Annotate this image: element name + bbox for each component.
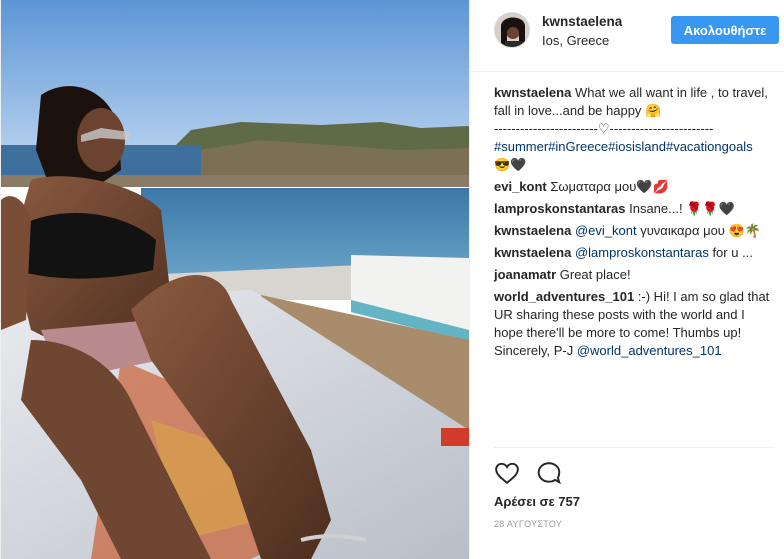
avatar[interactable] xyxy=(494,12,530,48)
comment-mention[interactable]: @evi_kont xyxy=(575,223,637,238)
post-date: 28 ΑΥΓΟΥΣΤΟΥ xyxy=(494,519,563,529)
caption-emoji: 😎🖤 xyxy=(494,157,527,172)
comment-item: joanamatr Great place! xyxy=(494,266,776,284)
comment-signoff: Sincerely, P-J xyxy=(494,343,577,358)
follow-button[interactable]: Ακολουθήστε xyxy=(671,16,779,44)
post-location[interactable]: Ios, Greece xyxy=(542,33,609,48)
comment-mention[interactable]: @world_adventures_101 xyxy=(577,343,722,358)
action-bar xyxy=(494,460,562,486)
post-header: kwnstaelena Ios, Greece Ακολουθήστε xyxy=(470,0,784,72)
comment-bubble-icon[interactable] xyxy=(536,460,562,486)
comment-item: evi_kont Σωματαρα μου🖤💋 xyxy=(494,178,776,196)
caption-separator: ------------------------♡---------------… xyxy=(494,121,714,136)
comment-item: world_adventures_101 :-) Hi! I am so gla… xyxy=(494,288,776,360)
comment-text: for u ... xyxy=(708,245,753,260)
comment-username[interactable]: joanamatr xyxy=(494,267,556,282)
post-author-username[interactable]: kwnstaelena xyxy=(542,14,622,29)
caption-username[interactable]: kwnstaelena xyxy=(494,85,571,100)
comment-username[interactable]: evi_kont xyxy=(494,179,547,194)
comment-item: kwnstaelena @lamproskonstantaras for u .… xyxy=(494,244,776,262)
comment-text: Great place! xyxy=(556,267,631,282)
divider xyxy=(494,447,774,448)
comment-username[interactable]: kwnstaelena xyxy=(494,245,571,260)
like-count[interactable]: Αρέσει σε 757 xyxy=(494,494,580,509)
comment-username[interactable]: kwnstaelena xyxy=(494,223,571,238)
comment-text: Insane...! 🌹🌹🖤 xyxy=(625,201,735,216)
caption: kwnstaelena What we all want in life , t… xyxy=(494,84,776,174)
comment-item: lamproskonstantaras Insane...! 🌹🌹🖤 xyxy=(494,200,776,218)
instagram-post: kwnstaelena Ios, Greece Ακολουθήστε kwns… xyxy=(0,0,784,559)
comment-username[interactable]: world_adventures_101 xyxy=(494,289,634,304)
comment-username[interactable]: lamproskonstantaras xyxy=(494,201,626,216)
comment-mention[interactable]: @lamproskonstantaras xyxy=(575,245,709,260)
caption-hashtags[interactable]: #summer#inGreece#iosisland#vacationgoals xyxy=(494,139,753,154)
comment-item: kwnstaelena @evi_kont γυναικαρα μου 😍🌴 xyxy=(494,222,776,240)
heart-icon[interactable] xyxy=(494,460,520,486)
comment-list: kwnstaelena What we all want in life , t… xyxy=(494,84,776,364)
post-sidebar: kwnstaelena Ios, Greece Ακολουθήστε kwns… xyxy=(469,0,784,559)
comment-text: γυναικαρα μου 😍🌴 xyxy=(636,223,761,238)
post-photo[interactable] xyxy=(1,0,469,559)
comment-text: Σωματαρα μου🖤💋 xyxy=(546,179,669,194)
